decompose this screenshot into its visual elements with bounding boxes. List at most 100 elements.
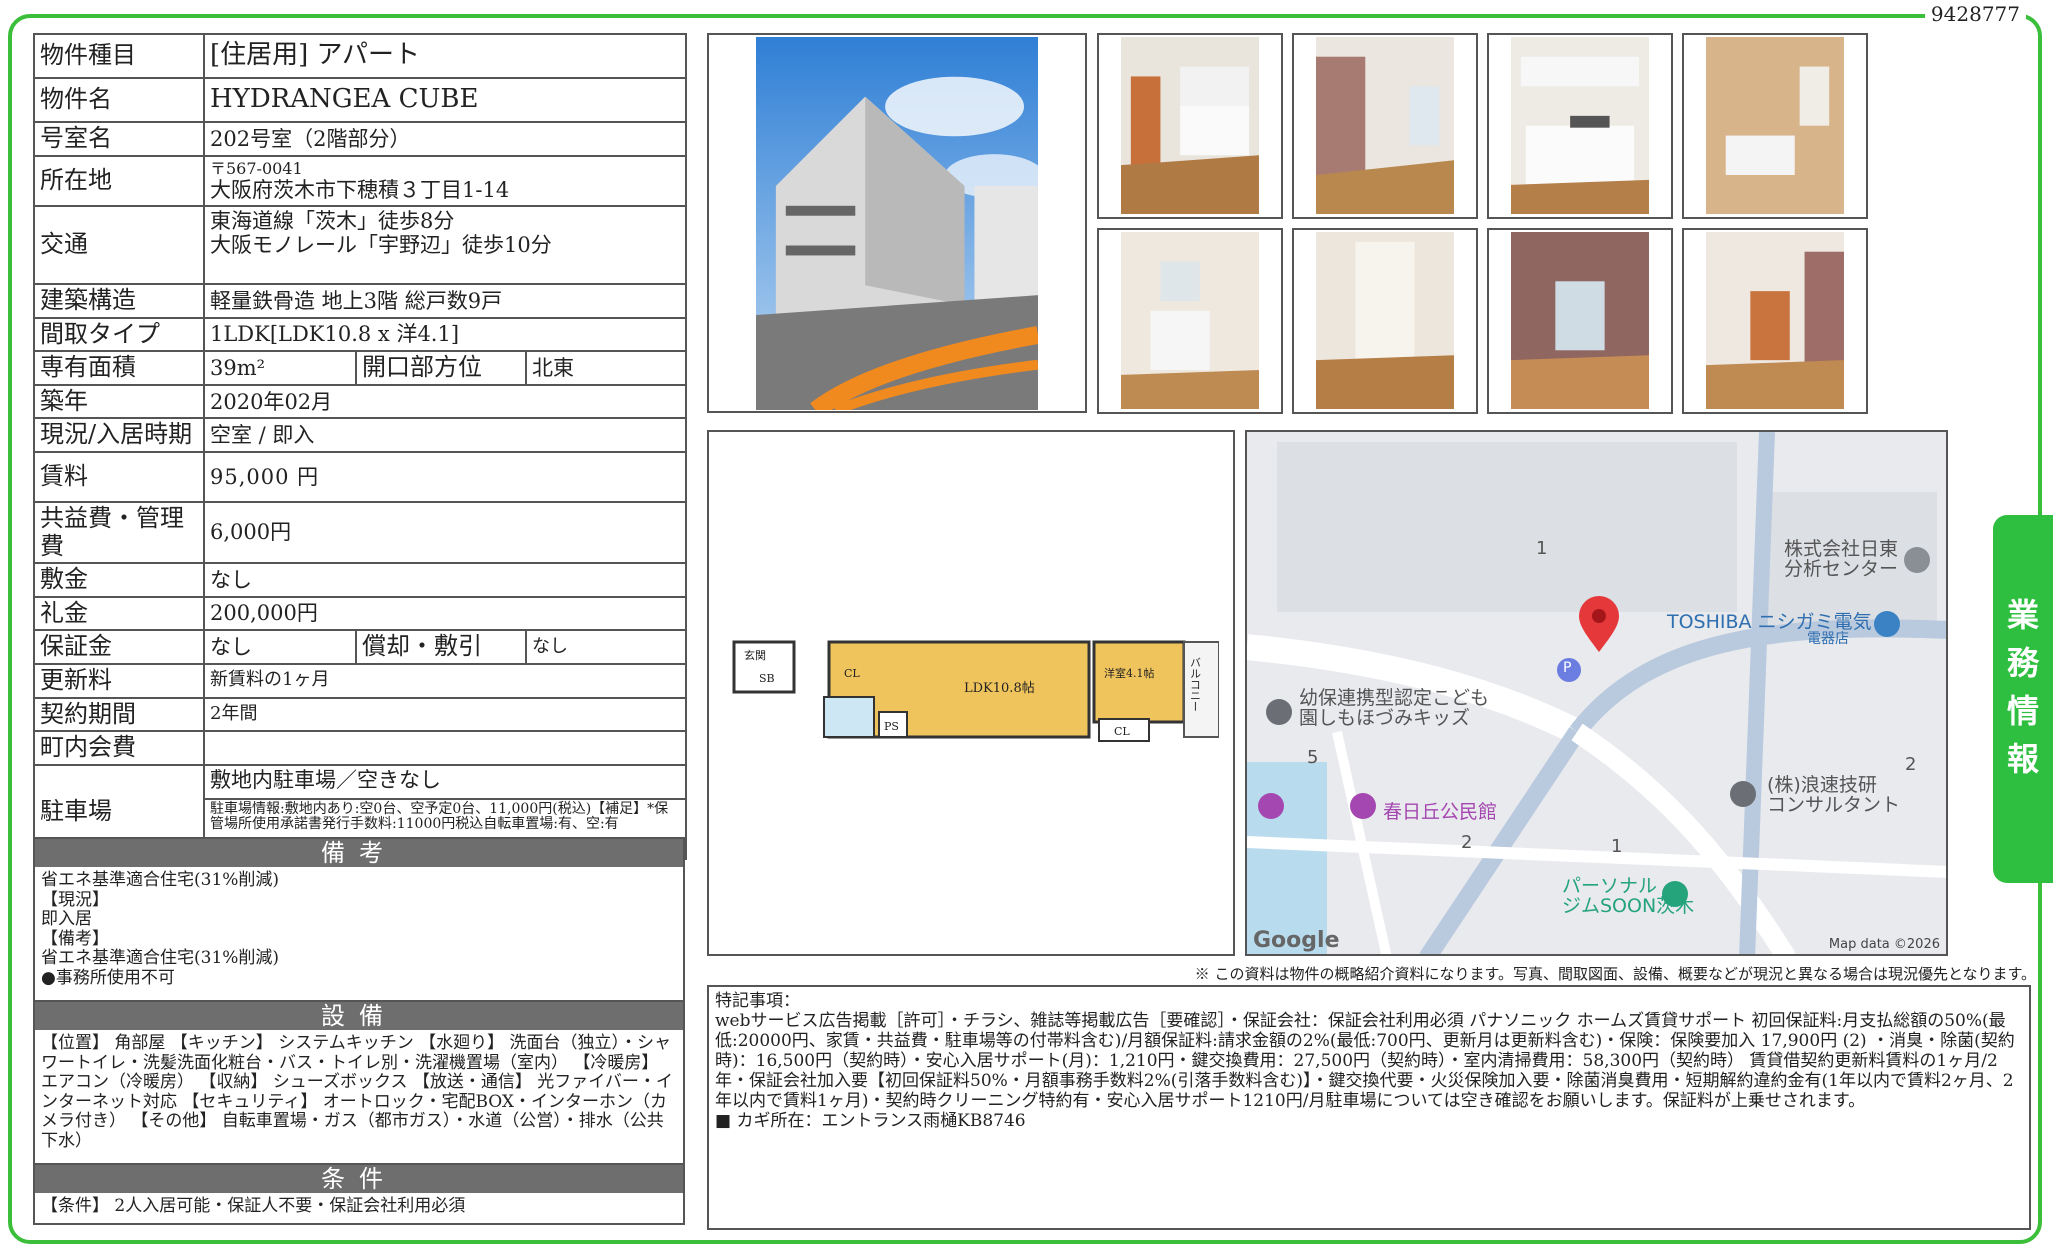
address-label: 所在地 [33, 155, 205, 207]
remarks-title: 備考 [35, 839, 683, 867]
room-photo-4-image [1706, 232, 1844, 410]
parking-value: 敷地内駐車場／空きなし [206, 767, 684, 800]
map-label-1: 1 [1536, 538, 1548, 559]
disclaimer-note: ※ この資料は物件の概略紹介資料になります。写真、間取図面、設備、概要などが現況… [1194, 965, 2036, 983]
built-label: 築年 [33, 383, 205, 420]
kitchen-photo-image [1511, 37, 1649, 215]
postal-code: 〒567-0041 [210, 158, 303, 178]
map-label-5: 5 [1307, 747, 1319, 768]
tab-char-1: 業 [2006, 596, 2039, 634]
conditions-title: 条件 [35, 1165, 683, 1193]
area-value: 39m² [203, 350, 357, 386]
room-photo-3-image [1511, 232, 1649, 410]
floor-plan[interactable]: 玄関 SB CL LDK10.8帖 PS 洋室4.1帖 CL バルコニー [707, 430, 1235, 956]
map-poi-toshiba-sub: 電器店 [1807, 631, 1849, 647]
room-photo-3[interactable] [1487, 228, 1673, 414]
access-label: 交通 [33, 205, 205, 285]
special-notes-body: webサービス広告掲載［許可］・チラシ、雑誌等掲載広告［要確認］・保証会社：保証… [715, 1011, 2015, 1112]
conditions-body: 【条件】 2人入居可能・保証人不要・保証会社利用必須 [41, 1196, 466, 1216]
direction-label: 開口部方位 [355, 350, 527, 386]
map-label-2: 2 [1461, 832, 1473, 853]
equipment-body: 【位置】 角部屋 【キッチン】 システムキッチン 【水廻り】 洗面台（独立）・シ… [41, 1033, 673, 1151]
amort-value: なし [525, 629, 687, 665]
fp-cl1-label: CL [844, 667, 860, 680]
tab-char-3: 情 [2006, 692, 2039, 730]
map-poi-nitto: 株式会社日東 分析センター [1784, 538, 1899, 580]
layout-label: 間取タイプ [33, 316, 205, 353]
area-map[interactable]: 1 5 2 1 2 株式会社日東 分析センター TOSHIBA ニシガミ電気 電… [1245, 430, 1948, 956]
bathroom-photo[interactable] [1682, 33, 1868, 219]
layout-value: 1LDK[LDK10.8 x 洋4.1] [203, 316, 687, 353]
room-value: 202号室（2階部分） [203, 121, 687, 157]
room-photo-1[interactable] [1097, 33, 1283, 219]
map-poi-kids: 幼保連携型認定こども 園しもほづみキッズ [1299, 687, 1490, 729]
address-value: 大阪府茨木市下穂積３丁目1-14 [210, 178, 510, 203]
rent-label: 賃料 [33, 450, 205, 503]
map-parking-icon: P [1563, 660, 1572, 676]
keymoney-value: 200,000円 [203, 595, 687, 632]
deposit-value: なし [203, 562, 687, 598]
room-photo-4[interactable] [1682, 228, 1868, 414]
map-label-1b: 1 [1611, 836, 1623, 857]
access-line-1: 東海道線「茨木」徒歩8分 [210, 209, 455, 233]
rent-value: 95,000 円 [203, 450, 687, 503]
map-poi-gym: パーソナル ジムSOON茨木 [1562, 875, 1695, 917]
kitchen-photo[interactable] [1487, 33, 1673, 219]
room-photo-1-image [1121, 37, 1259, 215]
business-info-tab[interactable]: 業 務 情 報 [1993, 515, 2053, 883]
conditions-section: 条件 【条件】 2人入居可能・保証人不要・保証会社利用必須 [33, 1163, 685, 1225]
area-label: 専有面積 [33, 350, 205, 386]
fp-entry-label: 玄関 [744, 648, 766, 662]
tab-char-4: 報 [2006, 740, 2039, 778]
room-photo-2-image [1316, 37, 1454, 215]
storage-photo[interactable] [1292, 228, 1478, 414]
parking-detail: 駐車場情報:敷地内あり:空0台、空予定0台、11,000円(税込)【補足】*保管… [210, 800, 669, 833]
renewal-label: 更新料 [33, 662, 205, 699]
access-line-2: 大阪モノレール「宇野辺」徒歩10分 [210, 233, 552, 258]
structure-label: 建築構造 [33, 283, 205, 319]
washroom-photo[interactable] [1097, 228, 1283, 414]
equipment-section: 設備 【位置】 角部屋 【キッチン】 システムキッチン 【水廻り】 洗面台（独立… [33, 1000, 685, 1165]
room-label: 号室名 [33, 121, 205, 157]
equipment-title: 設備 [35, 1002, 683, 1030]
document-id: 9428777 [1924, 2, 2026, 26]
map-pin-marker [1579, 596, 1619, 652]
assoc-value [203, 730, 687, 766]
keymoney-label: 礼金 [33, 595, 205, 632]
renewal-value: 新賃料の1ヶ月 [203, 662, 687, 699]
storage-photo-image [1316, 232, 1454, 410]
name-value: HYDRANGEA CUBE [203, 77, 687, 123]
floor-plan-drawing: 玄関 SB CL LDK10.8帖 PS 洋室4.1帖 CL バルコニー [729, 637, 1219, 747]
remarks-body: 省エネ基準適合住宅(31%削減) 【現況】 即入居 【備考】 省エネ基準適合住宅… [41, 870, 280, 988]
structure-value: 軽量鉄骨造 地上3階 総戸数9戸 [203, 283, 687, 319]
remarks-section: 備考 省エネ基準適合住宅(31%削減) 【現況】 即入居 【備考】 省エネ基準適… [33, 837, 685, 1013]
google-logo: Google [1253, 928, 1340, 953]
tab-char-2: 務 [2006, 644, 2039, 682]
fee-label: 共益費・管理費 [33, 500, 205, 565]
map-poi-naniwa: (株)浪速技研 コンサルタント [1767, 774, 1901, 816]
type-value: [住居用] アパート [203, 33, 687, 79]
room-photo-2[interactable] [1292, 33, 1478, 219]
building-exterior-photo[interactable] [707, 33, 1087, 413]
built-value: 2020年02月 [203, 383, 687, 420]
fp-ldk-label: LDK10.8帖 [964, 681, 1035, 696]
map-label-2b: 2 [1905, 754, 1917, 775]
status-label: 現況/入居時期 [33, 417, 205, 453]
amort-label: 償却・敷引 [355, 629, 527, 665]
assoc-label: 町内会費 [33, 730, 205, 766]
deposit-label: 敷金 [33, 562, 205, 598]
guarantee-label: 保証金 [33, 629, 205, 665]
type-label: 物件種目 [33, 33, 205, 79]
bathroom-photo-image [1706, 37, 1844, 215]
property-spec-table: 物件種目 [住居用] アパート 物件名 HYDRANGEA CUBE 号室名 202号… [33, 33, 687, 860]
washroom-photo-image [1121, 232, 1259, 410]
fp-cl2-label: CL [1114, 725, 1130, 738]
name-label: 物件名 [33, 77, 205, 123]
contract-value: 2年間 [203, 696, 687, 733]
special-notes: 特記事項： webサービス広告掲載［許可］・チラシ、雑誌等掲載広告［要確認］・保… [707, 985, 2031, 1230]
building-exterior-image [756, 37, 1038, 411]
fp-ps-label: PS [884, 720, 899, 733]
fee-value: 6,000円 [203, 500, 687, 565]
status-value: 空室 / 即入 [203, 417, 687, 453]
special-notes-title: 特記事項： [715, 991, 800, 1011]
